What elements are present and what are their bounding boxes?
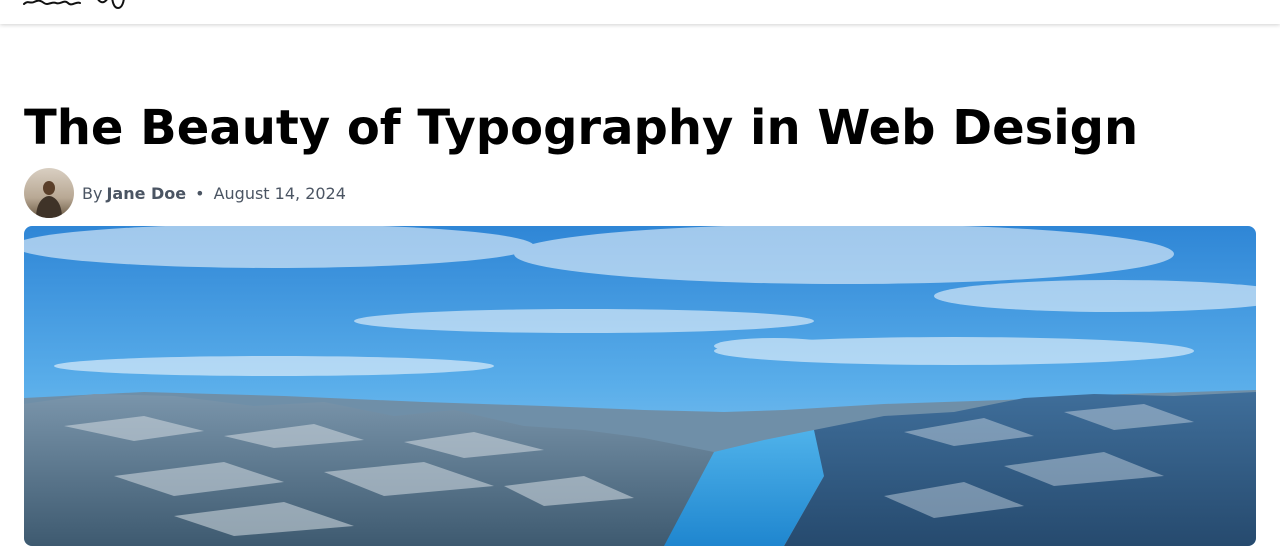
article-byline: By Jane Doe • August 14, 2024: [24, 168, 346, 218]
author-name[interactable]: Jane Doe: [106, 184, 186, 203]
site-header: [0, 0, 1280, 24]
byline-separator: •: [195, 183, 205, 203]
byline-prefix: By: [82, 183, 103, 203]
site-logo-icon[interactable]: [20, 0, 130, 12]
article-title: The Beauty of Typography in Web Design: [24, 100, 1139, 156]
hero-image: [24, 226, 1256, 546]
author-avatar[interactable]: [24, 168, 74, 218]
publish-date: August 14, 2024: [213, 183, 346, 203]
